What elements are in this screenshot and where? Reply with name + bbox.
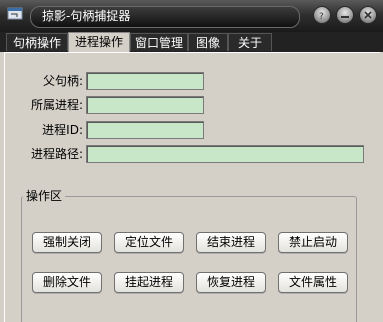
minimize-button[interactable] [336, 6, 354, 24]
parent-handle-label: 父句柄: [42, 74, 83, 88]
process-ops-panel: 父句柄: 所属进程: 进程ID: 进程路径: 操作区 强制关闭 定位文件 结束进… [4, 52, 380, 322]
app-icon [7, 7, 23, 21]
force-close-button[interactable]: 强制关闭 [32, 232, 102, 253]
file-properties-button[interactable]: 文件属性 [278, 272, 348, 293]
disable-startup-button[interactable]: 禁止启动 [278, 232, 348, 253]
operation-groupbox [21, 196, 357, 322]
window-title: 掠影-句柄捕捉器 [42, 9, 131, 23]
minimize-icon [341, 16, 349, 18]
end-process-button[interactable]: 结束进程 [196, 232, 266, 253]
operation-group-title: 操作区 [23, 188, 66, 204]
tab-bar: 句柄操作 进程操作 窗口管理 图像 关于 [0, 32, 383, 52]
svg-text:?: ? [319, 12, 324, 20]
close-button[interactable] [359, 6, 377, 24]
path-field[interactable] [86, 145, 364, 163]
help-button[interactable]: ? [313, 6, 331, 24]
suspend-process-button[interactable]: 挂起进程 [114, 272, 184, 293]
tab-process-ops[interactable]: 进程操作 [68, 32, 130, 52]
pid-label: 进程ID: [42, 123, 83, 137]
help-icon: ? [319, 12, 324, 20]
tab-about[interactable]: 关于 [228, 33, 272, 51]
pid-field[interactable] [86, 121, 204, 139]
tab-handle-ops[interactable]: 句柄操作 [6, 33, 68, 51]
delete-file-button[interactable]: 删除文件 [32, 272, 102, 293]
app-window: 掠影-句柄捕捉器 ? 句柄操作 进程操作 窗口管理 图像 关于 父句柄: 所属进… [0, 0, 383, 322]
resume-process-button[interactable]: 恢复进程 [196, 272, 266, 293]
process-field[interactable] [86, 96, 204, 114]
process-label: 所属进程: [30, 98, 83, 112]
locate-file-button[interactable]: 定位文件 [114, 232, 184, 253]
title-bar[interactable]: 掠影-句柄捕捉器 ? [0, 0, 383, 32]
close-icon [364, 11, 372, 19]
tab-image[interactable]: 图像 [188, 33, 228, 51]
path-label: 进程路径: [30, 147, 83, 161]
tab-window-mgmt[interactable]: 窗口管理 [130, 33, 188, 51]
parent-handle-field[interactable] [86, 72, 204, 90]
